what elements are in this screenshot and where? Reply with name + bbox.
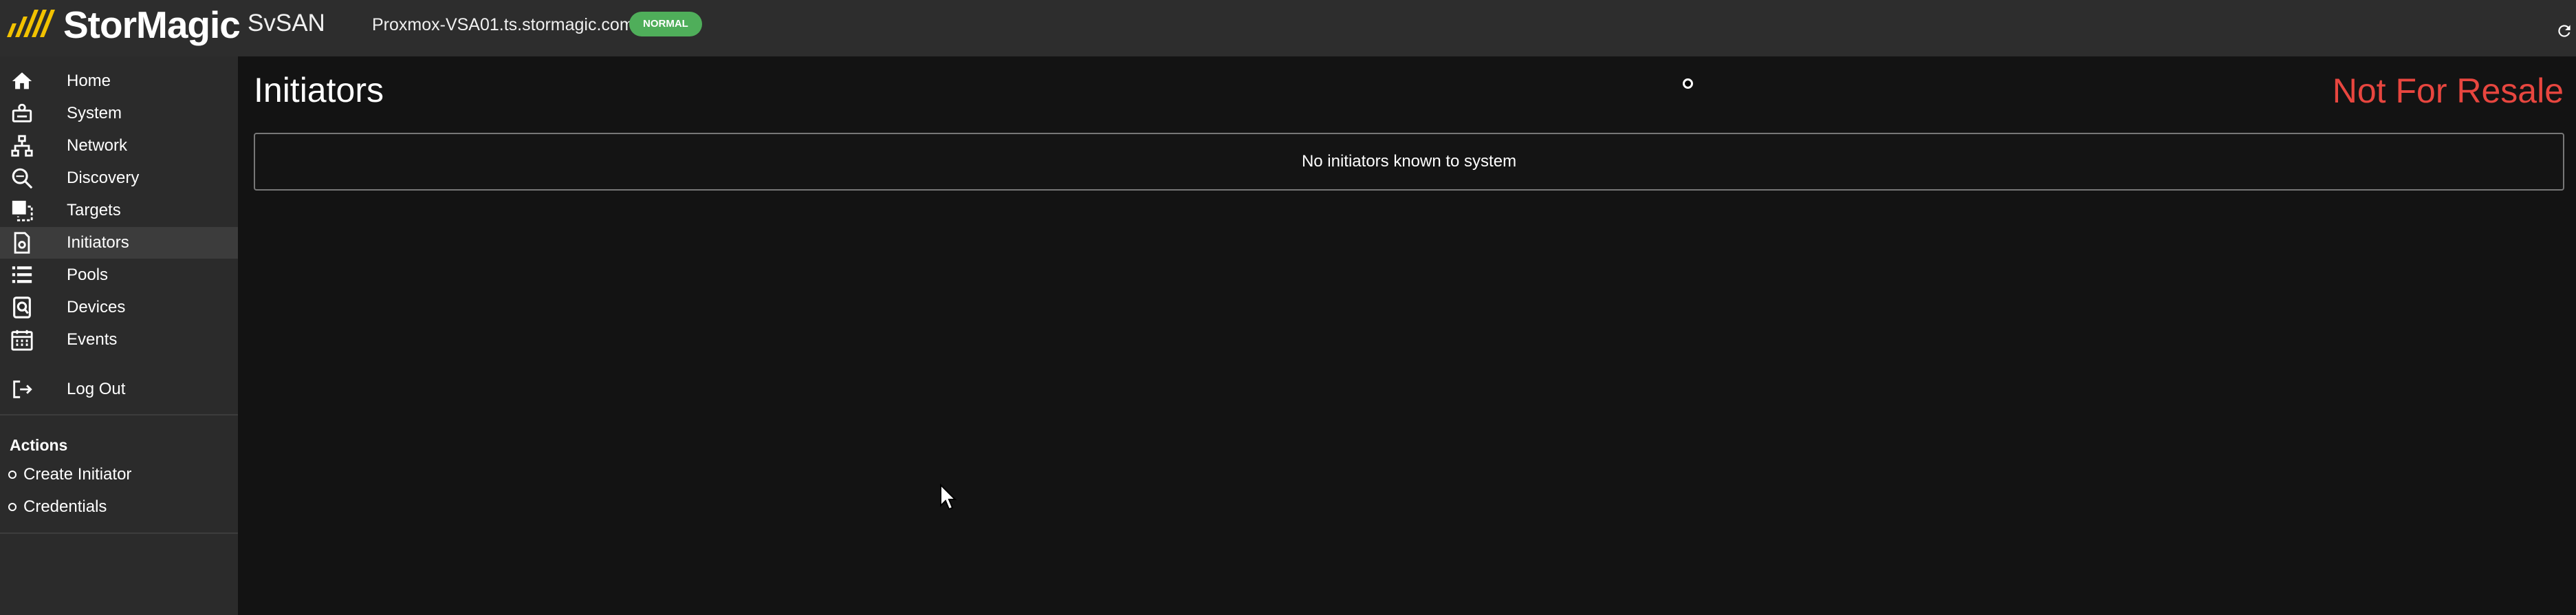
logout-icon: [10, 377, 34, 402]
action-create-initiator[interactable]: Create Initiator: [8, 461, 131, 488]
sidebar-item-label: Network: [67, 136, 128, 155]
initiators-icon: [10, 230, 34, 255]
network-icon: [10, 133, 34, 158]
sidebar-item-label: System: [67, 104, 122, 122]
sidebar-item-label: Targets: [67, 201, 121, 219]
sidebar-item-pools[interactable]: Pools: [0, 259, 238, 291]
sidebar-item-label: Discovery: [67, 169, 140, 187]
actions-heading: Actions: [10, 436, 68, 454]
sidebar-item-devices[interactable]: Devices: [0, 292, 238, 323]
sidebar-item-targets[interactable]: Targets: [0, 195, 238, 226]
bullet-icon: [8, 471, 17, 479]
product-name: SvSAN: [248, 10, 325, 36]
sidebar-item-label: Devices: [67, 298, 126, 316]
license-notice: Not For Resale: [2332, 72, 2564, 110]
empty-state-message: No initiators known to system: [1301, 152, 1517, 171]
system-icon: [10, 101, 34, 126]
sidebar-item-network[interactable]: Network: [0, 130, 238, 162]
mouse-cursor-icon: [940, 484, 957, 510]
hostname: Proxmox-VSA01.ts.stormagic.com: [372, 15, 634, 34]
sidebar-item-system[interactable]: System: [0, 98, 238, 129]
sidebar-divider: [0, 414, 238, 416]
sidebar-item-label: Home: [67, 72, 111, 90]
home-icon: [10, 69, 34, 94]
pools-icon: [10, 263, 34, 288]
sidebar-divider: [0, 532, 238, 534]
action-label: Credentials: [23, 497, 107, 516]
sidebar-item-label: Events: [67, 330, 118, 349]
sidebar-item-logout[interactable]: Log Out: [0, 374, 238, 405]
refresh-button[interactable]: [2555, 22, 2573, 40]
refresh-icon: [2558, 25, 2570, 37]
sidebar-item-label: Pools: [67, 266, 109, 284]
sidebar-item-home[interactable]: Home: [0, 65, 238, 97]
status-badge: NORMAL: [629, 12, 702, 36]
top-bar: StorMagic SvSAN Proxmox-VSA01.ts.stormag…: [0, 0, 2576, 56]
initiators-panel: No initiators known to system: [254, 133, 2564, 191]
devices-icon: [10, 295, 34, 320]
loading-indicator-icon: [1683, 78, 1693, 89]
page-title: Initiators: [254, 71, 384, 109]
logo-mark-icon: [7, 10, 55, 37]
sidebar-item-events[interactable]: Events: [0, 324, 238, 356]
sidebar: Home System Network Discovery Targets In…: [0, 56, 238, 615]
brand-name: StorMagic: [63, 3, 241, 46]
targets-icon: [10, 198, 34, 223]
discovery-icon: [10, 166, 34, 191]
sidebar-item-label: Initiators: [67, 233, 129, 252]
action-label: Create Initiator: [23, 465, 132, 484]
sidebar-item-discovery[interactable]: Discovery: [0, 162, 238, 194]
sidebar-item-label: Log Out: [67, 380, 126, 398]
action-credentials[interactable]: Credentials: [8, 493, 107, 521]
events-icon: [10, 327, 34, 352]
bullet-icon: [8, 503, 17, 511]
sidebar-item-initiators[interactable]: Initiators: [0, 227, 238, 259]
stormagic-logo[interactable]: StorMagic: [4, 3, 241, 46]
